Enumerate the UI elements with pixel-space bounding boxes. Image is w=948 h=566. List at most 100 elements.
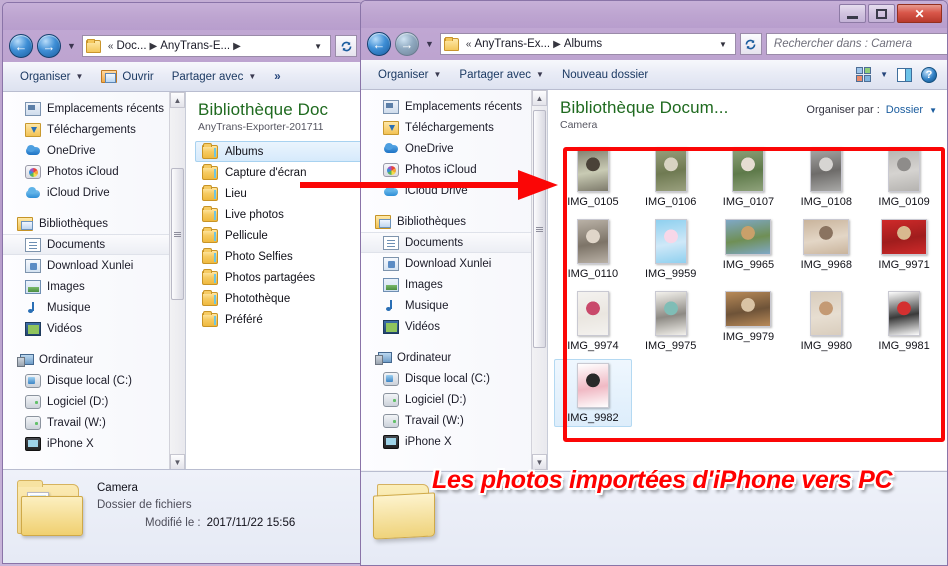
list-item[interactable]: Live photos [196,204,363,225]
organiser-menu-right[interactable]: Organiser ▼ [369,67,450,83]
list-item[interactable]: Lieu [196,183,363,204]
list-item[interactable]: Photos partagées [196,267,363,288]
back-button-right[interactable]: ← [367,32,391,56]
breadcrumb-right[interactable]: « AnyTrans-Ex... ▶ Albums ▼ [439,33,736,55]
sidebar-item-travail-w[interactable]: Travail (W:) [361,410,547,431]
help-icon[interactable]: ? [921,66,937,83]
back-button-left[interactable]: ← [9,34,33,58]
list-item[interactable]: Photothèque [196,288,363,309]
change-view-icon[interactable] [856,67,872,82]
list-item[interactable]: Préféré [196,309,363,330]
sidebar-item-download-xunlei[interactable]: Download Xunlei [3,255,185,276]
scrollbar-thumb[interactable] [171,168,184,300]
search-input[interactable]: Rechercher dans : Camera ⌕ [765,33,947,55]
sidebar-item-icloud-drive[interactable]: iCloud Drive [361,180,547,201]
thumbnail-item[interactable]: IMG_9974 [554,287,632,355]
breadcrumb-segment-1[interactable]: Doc... [116,40,146,52]
organiser-par-control[interactable]: Organiser par : Dossier ▼ [806,104,937,116]
sidebar-item-disque-local-c[interactable]: Disque local (C:) [361,368,547,389]
content-pane-left[interactable]: Bibliothèque Doc AnyTrans-Exporter-20171… [186,92,363,470]
sidebar-item-vid-os[interactable]: Vidéos [361,316,547,337]
scroll-down-arrow[interactable]: ▼ [170,454,185,470]
thumbnail-item[interactable]: IMG_0106 [632,143,710,211]
thumbnail-item[interactable]: IMG_0109 [865,143,943,211]
thumbnail-item[interactable]: IMG_9981 [865,287,943,355]
sidebar-item-photos-icloud[interactable]: Photos iCloud [3,161,185,182]
thumbnail-item[interactable]: IMG_9975 [632,287,710,355]
breadcrumb-segment-2[interactable]: AnyTrans-E... [160,40,230,52]
thumbnail-item[interactable]: IMG_0105 [554,143,632,211]
thumbnail-item[interactable]: IMG_0107 [710,143,788,211]
refresh-button-right[interactable] [739,33,762,55]
sidebar-item-iphone-x[interactable]: iPhone X [361,431,547,452]
breadcrumb-left[interactable]: « Doc... ▶ AnyTrans-E... ▶ ▼ [81,35,331,57]
thumbnail-item[interactable]: IMG_0108 [787,143,865,211]
breadcrumb-segment-2[interactable]: Albums [564,38,602,50]
ouvrir-button-left[interactable]: Ouvrir [92,68,162,85]
list-item[interactable]: Pellicule [196,225,363,246]
navigation-pane-right[interactable]: Emplacements récents Téléchargements OneDr… [361,90,548,470]
partager-avec-menu-left[interactable]: Partager avec ▼ [163,69,266,85]
sidebar-item-emplacements-r-cents[interactable]: Emplacements récents [361,96,547,117]
sidebar-item-images[interactable]: Images [3,276,185,297]
preview-pane-icon[interactable] [897,67,912,82]
sidebar-item-onedrive[interactable]: OneDrive [361,138,547,159]
sidebar-item-documents[interactable]: Documents [361,232,547,253]
recent-pages-caret-left[interactable]: ▼ [65,41,78,51]
sidebar-item-onedrive[interactable]: OneDrive [3,140,185,161]
sidebar-item-iphone-x[interactable]: iPhone X [3,433,185,454]
sidebar-item-ordinateur[interactable]: Ordinateur [361,347,547,368]
partager-avec-menu-right[interactable]: Partager avec ▼ [450,67,553,83]
sidebar-item-t-l-chargements[interactable]: Téléchargements [361,117,547,138]
refresh-button-left[interactable] [335,35,357,57]
forward-button-right[interactable]: → [395,32,419,56]
sidebar-item-photos-icloud[interactable]: Photos iCloud [361,159,547,180]
sidebar-item-disque-local-c[interactable]: Disque local (C:) [3,370,185,391]
nav-scrollbar-left[interactable]: ▲ ▼ [169,92,185,470]
toolbar-overflow-left[interactable]: » [265,69,289,85]
sidebar-item-images[interactable]: Images [361,274,547,295]
sidebar-item-t-l-chargements[interactable]: Téléchargements [3,119,185,140]
sidebar-item-biblioth-ques[interactable]: Bibliothèques [361,211,547,232]
forward-button-left[interactable]: → [37,34,61,58]
list-item[interactable]: Capture d'écran [196,162,363,183]
navigation-pane-left[interactable]: Emplacements récents Téléchargements OneDr… [3,92,186,470]
nav-scrollbar-right[interactable]: ▲ ▼ [531,90,547,470]
sidebar-item-vid-os[interactable]: Vidéos [3,318,185,339]
sidebar-item-emplacements-r-cents[interactable]: Emplacements récents [3,98,185,119]
sidebar-item-download-xunlei[interactable]: Download Xunlei [361,253,547,274]
sidebar-item-musique[interactable]: Musique [3,297,185,318]
sidebar-item-ordinateur[interactable]: Ordinateur [3,349,185,370]
thumbnail-item[interactable]: IMG_9971 [865,215,943,283]
sidebar-item-icloud-drive[interactable]: iCloud Drive [3,182,185,203]
explorer-window-left[interactable]: ← → ▼ « Doc... ▶ AnyTrans-E... ▶ ▼ Organ… [2,2,364,564]
thumbnail-item[interactable]: IMG_9965 [710,215,788,283]
thumbnail-item[interactable]: IMG_9959 [632,215,710,283]
thumbnail-item[interactable]: IMG_9980 [787,287,865,355]
list-item[interactable]: Photo Selfies [196,246,363,267]
scroll-up-arrow[interactable]: ▲ [532,90,547,106]
thumbnail-item[interactable]: IMG_9982 [554,359,632,427]
close-button[interactable]: ✕ [897,4,942,23]
content-pane-right[interactable]: Bibliothèque Docum... Camera Organiser p… [548,90,947,470]
thumbnail-item[interactable]: IMG_9979 [710,287,788,355]
organiser-menu-left[interactable]: Organiser ▼ [11,69,92,85]
thumbnail-item[interactable]: IMG_0110 [554,215,632,283]
minimize-button[interactable] [839,4,866,23]
sidebar-item-documents[interactable]: Documents [3,234,185,255]
nouveau-dossier-button[interactable]: Nouveau dossier [553,67,657,83]
chevron-down-icon[interactable]: ▼ [715,40,733,49]
list-item[interactable]: Albums [195,141,363,162]
chevron-down-icon[interactable]: ▼ [310,42,328,51]
scrollbar-thumb[interactable] [533,110,546,348]
sidebar-item-logiciel-d[interactable]: Logiciel (D:) [361,389,547,410]
sidebar-item-musique[interactable]: Musique [361,295,547,316]
organiser-par-value[interactable]: Dossier [886,104,923,116]
thumbnail-item[interactable]: IMG_9968 [787,215,865,283]
breadcrumb-segment-1[interactable]: AnyTrans-Ex... [474,38,550,50]
sidebar-item-logiciel-d[interactable]: Logiciel (D:) [3,391,185,412]
sidebar-item-biblioth-ques[interactable]: Bibliothèques [3,213,185,234]
maximize-button[interactable] [868,4,895,23]
scroll-up-arrow[interactable]: ▲ [170,92,185,108]
sidebar-item-travail-w[interactable]: Travail (W:) [3,412,185,433]
